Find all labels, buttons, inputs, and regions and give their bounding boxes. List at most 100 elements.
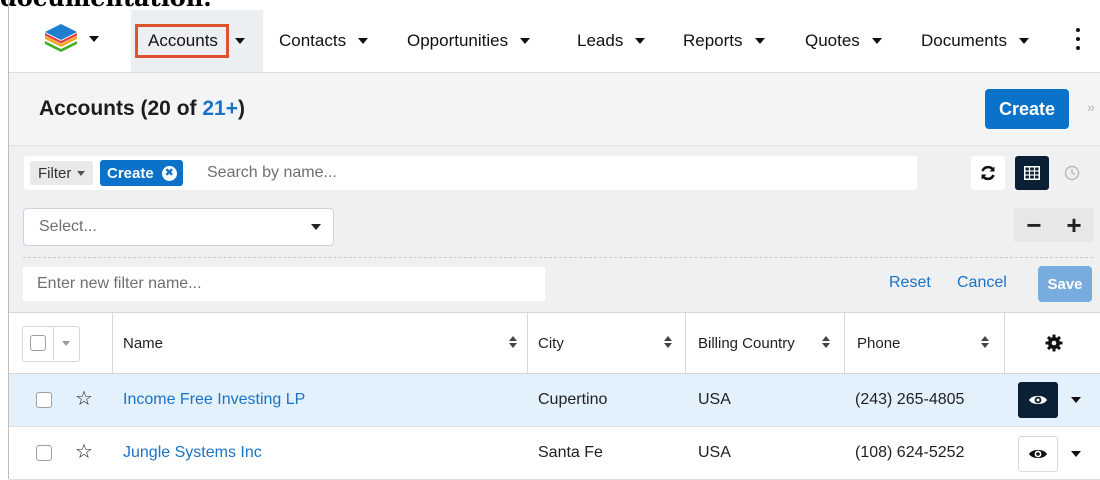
filter-bar: Filter Create ✖ [24,156,917,190]
account-name-link[interactable]: Income Free Investing LP [123,374,305,426]
table-row[interactable]: ☆ Income Free Investing LP Cupertino USA… [9,374,1100,427]
chevron-down-icon [520,38,531,44]
filter-pill-create[interactable]: Create ✖ [100,160,183,186]
divider [23,257,1093,258]
search-input[interactable] [207,162,897,184]
chevron-down-icon [754,38,765,44]
preview-button[interactable] [1018,436,1058,472]
page-title-suffix: ) [237,97,245,120]
app-logo-menu[interactable] [41,22,111,56]
create-button[interactable]: Create [985,89,1069,129]
column-header-billing-country[interactable]: Billing Country [698,313,846,373]
account-name-link[interactable]: Jungle Systems Inc [123,427,262,479]
column-header-phone[interactable]: Phone [857,313,997,373]
stack-logo-icon [45,24,77,52]
column-divider [844,313,845,375]
billing-country-cell: USA [698,444,731,461]
filter-dropdown[interactable]: Filter [30,161,94,185]
caption-text: documentation. [0,0,212,10]
mass-select-control[interactable] [22,326,80,362]
record-count-link[interactable]: 21+ [202,97,238,120]
page-title-text: Accounts (20 of [39,97,203,120]
column-header-city[interactable]: City [538,313,688,373]
more-menu-icon[interactable] [1075,28,1081,52]
billing-country-cell: USA [698,391,731,408]
row-actions-dropdown[interactable] [1071,397,1081,403]
row-actions-dropdown[interactable] [1071,451,1081,457]
filter-field-placeholder: Select... [39,218,97,235]
collapse-sidebar-icon[interactable]: » [1087,99,1095,115]
save-button[interactable]: Save [1038,266,1092,302]
nav-label-accounts: Accounts [135,24,229,58]
filter-field-select[interactable]: Select... [23,208,334,246]
clock-icon [1064,165,1080,181]
column-label: City [538,334,564,352]
row-checkbox[interactable] [36,392,52,408]
nav-label-documents: Documents [921,31,1007,50]
table-grid-icon [1024,166,1040,180]
phone-cell: (108) 624-5252 [855,444,965,461]
sort-icon [664,336,674,348]
sort-icon [981,336,991,348]
reset-button[interactable]: Reset [889,274,931,292]
favorite-star-icon[interactable]: ☆ [75,389,93,409]
eye-icon [1029,449,1047,459]
filter-row-controls: − + [1014,208,1094,242]
city-cell: Cupertino [538,391,608,408]
row-checkbox[interactable] [36,445,52,461]
page-title: Accounts (20 of 21+) [39,97,245,121]
nav-label-opportunities: Opportunities [407,31,509,50]
nav-item-contacts[interactable]: Contacts [279,10,369,72]
chevron-down-icon [635,38,646,44]
table-header: Name City Billing Country Phone [9,312,1100,375]
column-divider [112,313,113,375]
activity-view-button[interactable] [1055,156,1089,190]
filter-name-input[interactable] [23,267,545,301]
divider [53,327,54,359]
chevron-down-icon [1018,38,1029,44]
remove-row-button[interactable]: − [1026,212,1041,238]
nav-item-quotes[interactable]: Quotes [805,10,882,72]
nav-label-reports: Reports [683,31,743,50]
column-label: Name [123,334,164,352]
favorite-star-icon[interactable]: ☆ [75,442,93,462]
eye-icon [1029,395,1047,405]
preview-button[interactable] [1018,382,1058,418]
column-divider [1004,313,1005,375]
cancel-button[interactable]: Cancel [957,274,1007,292]
nav-item-opportunities[interactable]: Opportunities [407,10,531,72]
list-header: Accounts (20 of 21+) Create » [9,73,1100,146]
top-nav: Accounts Contacts Opportunities Leads Re… [9,10,1100,73]
nav-item-documents[interactable]: Documents [921,10,1029,72]
nav-item-accounts[interactable]: Accounts [131,10,263,72]
list-view-button[interactable] [1015,156,1049,190]
add-row-button[interactable]: + [1066,212,1081,238]
chevron-down-icon [89,36,99,42]
filter-pill-label: Create [107,164,154,182]
column-divider [527,313,528,375]
city-cell: Santa Fe [538,444,603,461]
filter-dropdown-label: Filter [38,164,72,182]
nav-item-leads[interactable]: Leads [577,10,646,72]
column-divider [685,313,686,375]
gear-icon [1045,334,1063,352]
chevron-down-icon [311,224,321,230]
column-header-name[interactable]: Name [123,313,533,373]
refresh-button[interactable] [971,156,1005,190]
chevron-down-icon [358,38,369,44]
table-row[interactable]: ☆ Jungle Systems Inc Santa Fe USA (108) … [9,427,1100,480]
column-settings[interactable] [1045,313,1067,373]
phone-cell: (243) 265-4805 [855,391,965,408]
column-label: Billing Country [698,334,795,352]
nav-label-leads: Leads [577,31,624,50]
chevron-down-icon[interactable] [62,341,70,346]
nav-item-reports[interactable]: Reports [683,10,765,72]
chevron-down-icon [234,38,245,44]
sort-icon [822,336,832,348]
column-label: Phone [857,334,901,352]
accounts-table: Name City Billing Country Phone ☆ Income… [9,312,1100,480]
close-icon[interactable]: ✖ [161,165,177,181]
nav-label-contacts: Contacts [279,31,347,50]
chevron-down-icon [77,170,86,176]
select-all-checkbox[interactable] [30,335,46,351]
